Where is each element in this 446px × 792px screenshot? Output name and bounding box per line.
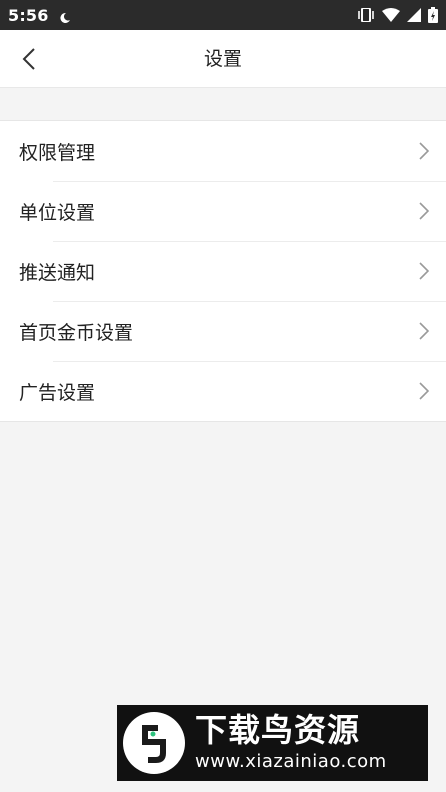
- signal-icon: [407, 8, 421, 22]
- chevron-right-icon: [419, 382, 430, 400]
- settings-item-ads[interactable]: 广告设置: [0, 361, 446, 421]
- chevron-right-icon: [419, 142, 430, 160]
- settings-item-units[interactable]: 单位设置: [0, 181, 446, 241]
- settings-item-label: 权限管理: [19, 141, 96, 164]
- settings-item-label: 单位设置: [19, 201, 96, 224]
- watermark-title: 下载鸟资源: [195, 711, 361, 749]
- chevron-right-icon: [419, 202, 430, 220]
- chevron-right-icon: [419, 322, 430, 340]
- settings-item-label: 广告设置: [19, 381, 96, 404]
- watermark-banner: 下载鸟资源 www.xiazainiao.com: [117, 705, 428, 781]
- moon-icon: [59, 9, 71, 23]
- bird-logo-icon: [123, 712, 185, 774]
- navigation-bar: 设置: [0, 30, 446, 88]
- vibrate-icon: [357, 8, 375, 22]
- settings-list: 权限管理 单位设置 推送通知 首页金币设置 广告设置: [0, 120, 446, 422]
- status-bar: 5:56: [0, 0, 446, 30]
- page-title: 设置: [203, 48, 242, 70]
- chevron-right-icon: [419, 262, 430, 280]
- status-time: 5:56: [8, 5, 49, 25]
- battery-icon: [428, 7, 438, 23]
- settings-item-label: 推送通知: [19, 261, 96, 284]
- watermark-url: www.xiazainiao.com: [195, 751, 387, 772]
- settings-item-home-coins[interactable]: 首页金币设置: [0, 301, 446, 361]
- settings-item-push-notifications[interactable]: 推送通知: [0, 241, 446, 301]
- wifi-icon: [382, 8, 400, 22]
- settings-item-label: 首页金币设置: [19, 321, 134, 344]
- settings-item-permissions[interactable]: 权限管理: [0, 121, 446, 181]
